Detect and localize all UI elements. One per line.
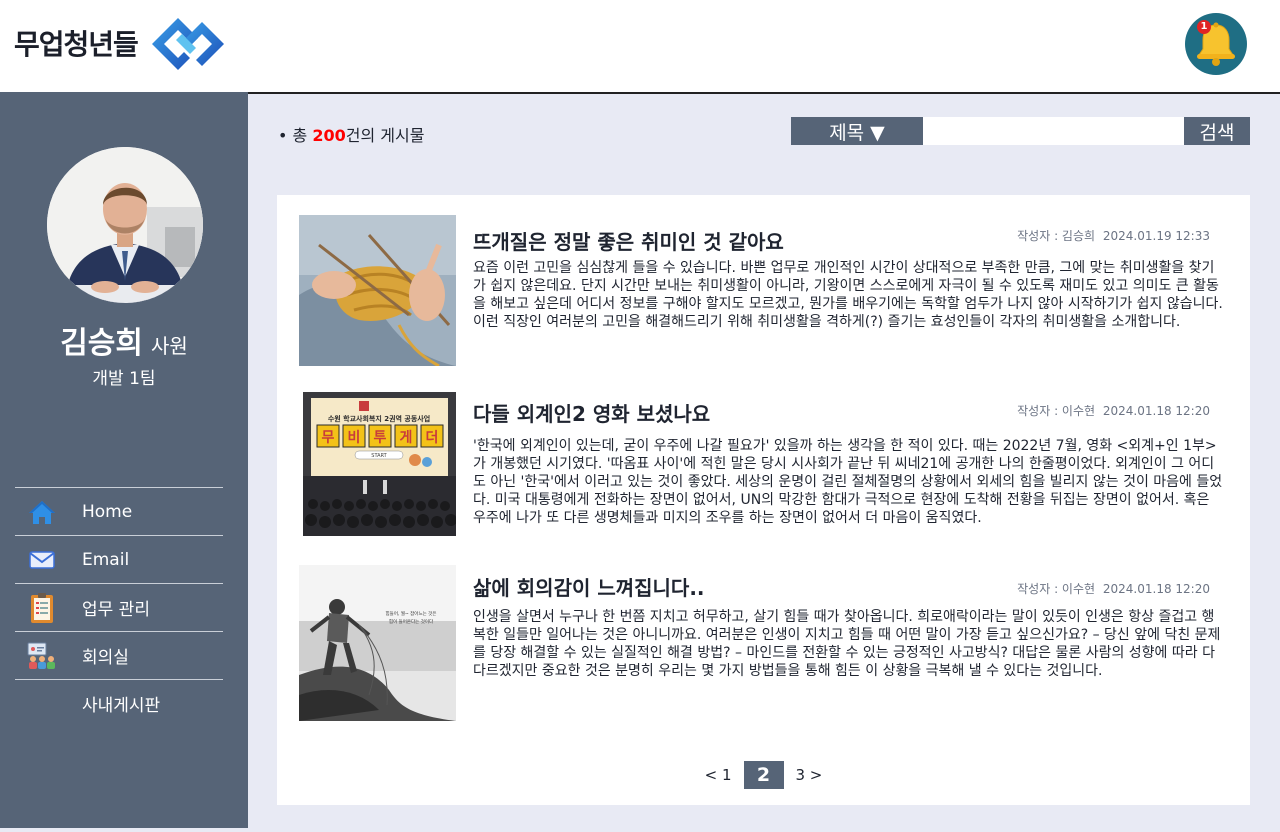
- svg-text:더: 더: [426, 430, 439, 446]
- search-field-select[interactable]: 제목 ▼: [791, 117, 923, 145]
- post-thumbnail-event: 수원 학교사회복지 2권역 공동사업 무 비 투 게 더 START: [303, 392, 456, 536]
- pagination-next[interactable]: 3 >: [790, 766, 829, 784]
- logo-text: 무업청년들: [14, 28, 139, 61]
- user-name: 김승희: [60, 326, 143, 361]
- logo[interactable]: 무업청년들: [14, 14, 226, 72]
- svg-text:비: 비: [348, 430, 361, 446]
- post-date: 2024.01.18 12:20: [1102, 404, 1210, 418]
- sidebar-item-email[interactable]: Email: [15, 535, 223, 583]
- sidebar-item-meeting-room[interactable]: 회의실: [15, 631, 223, 679]
- pagination: < 1 2 3 >: [277, 761, 1250, 789]
- post-date: 2024.01.19 12:33: [1102, 229, 1210, 243]
- sidebar-item-label: 회의실: [82, 648, 129, 668]
- post-title[interactable]: 삶에 회의감이 느껴집니다..: [473, 572, 705, 601]
- sidebar-item-home[interactable]: Home: [15, 487, 223, 535]
- post-meta: 작성자 : 이수현 2024.01.18 12:20: [1013, 402, 1210, 419]
- notification-button[interactable]: 1: [1185, 13, 1247, 75]
- post-list: 뜨개질은 정말 좋은 취미인 것 같아요 작성자 : 김승희 2024.01.1…: [277, 195, 1250, 805]
- poster-title: 수원 학교사회복지 2권역 공동사업: [328, 414, 430, 423]
- sidebar-menu: Home Email 업무 관리 회의실 사내게시판: [15, 487, 223, 727]
- post-total-count: • 총 200건의 게시물: [278, 126, 425, 145]
- sidebar-item-label: Email: [82, 549, 130, 570]
- sidebar: 김승희 사원 개발 1팀 Home Email 업무 관리 회의실 사내게시판: [0, 92, 248, 828]
- post-excerpt: '한국에 외계인이 있는데, 굳이 우주에 나갈 필요가' 있을까 하는 생각을…: [473, 438, 1223, 526]
- search-button[interactable]: 검색: [1184, 117, 1250, 145]
- poster-start: START: [371, 453, 387, 459]
- poster-letters: 무 비 투 게 더: [316, 424, 444, 448]
- post-author: 작성자 : 김승희: [1017, 229, 1096, 243]
- top-header: 무업청년들 1: [0, 0, 1280, 92]
- user-rank: 사원: [151, 334, 188, 358]
- svg-text:무: 무: [322, 430, 335, 446]
- post-author: 작성자 : 이수현: [1017, 582, 1096, 596]
- header-divider: [248, 92, 1280, 94]
- svg-text:게: 게: [400, 430, 413, 446]
- meeting-icon: [27, 641, 57, 671]
- post-title[interactable]: 뜨개질은 정말 좋은 취미인 것 같아요: [473, 226, 784, 255]
- home-icon: [27, 497, 57, 527]
- sidebar-item-label: 업무 관리: [82, 600, 150, 620]
- post-author: 작성자 : 이수현: [1017, 404, 1096, 418]
- sidebar-item-board[interactable]: 사내게시판: [15, 679, 223, 727]
- avatar: [47, 147, 203, 303]
- svg-text:투: 투: [374, 430, 387, 446]
- pagination-current[interactable]: 2: [743, 761, 784, 789]
- post-meta: 작성자 : 이수현 2024.01.18 12:20: [1013, 580, 1210, 597]
- post-date: 2024.01.18 12:20: [1102, 582, 1210, 596]
- search-input[interactable]: [923, 117, 1184, 145]
- clipboard-icon: [27, 592, 57, 623]
- notification-badge: 1: [1197, 20, 1211, 34]
- post-thumbnail-knitting: [299, 215, 456, 366]
- total-number: 200: [312, 126, 346, 145]
- mail-icon: [27, 545, 57, 575]
- post-excerpt: 인생을 살면서 누구나 한 번쯤 지치고 허무하고, 살기 힘들 때가 찾아옵니…: [473, 609, 1221, 679]
- sidebar-item-label: 사내게시판: [82, 696, 161, 716]
- post-thumbnail-fisherman: 힘들어, 뭘~ 잡아느는 것은 힘이 들어온다는 것이다: [299, 565, 456, 721]
- photo-caption-line-1: 힘들어, 뭘~ 잡아느는 것은: [386, 610, 437, 617]
- post-title[interactable]: 다들 외계인2 영화 보셨나요: [473, 398, 710, 427]
- sidebar-item-label: Home: [82, 501, 133, 522]
- pagination-prev[interactable]: < 1: [699, 766, 738, 784]
- sidebar-item-tasks[interactable]: 업무 관리: [15, 583, 223, 631]
- logo-mark-icon: [151, 18, 224, 70]
- user-name-row: 김승희 사원: [0, 318, 248, 362]
- photo-caption-line-2: 힘이 들어온다는 것이다: [389, 618, 434, 625]
- post-excerpt: 요즘 이런 고민을 심심찮게 들을 수 있습니다. 바쁜 업무로 개인적인 시간…: [473, 260, 1223, 330]
- user-team: 개발 1팀: [92, 369, 156, 389]
- post-meta: 작성자 : 김승희 2024.01.19 12:33: [1013, 227, 1210, 244]
